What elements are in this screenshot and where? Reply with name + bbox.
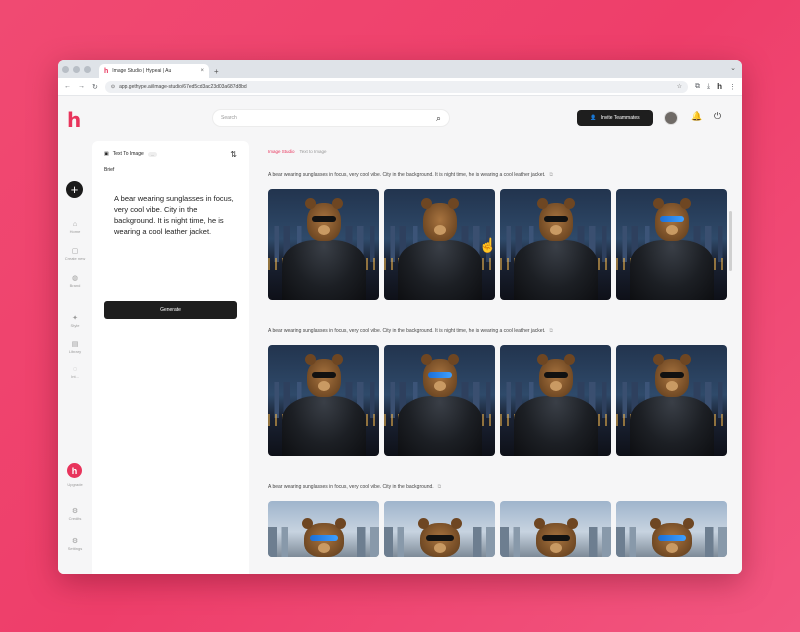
breadcrumb-item[interactable]: Image Studio bbox=[268, 149, 295, 154]
brief-textarea[interactable]: A bear wearing sunglasses in focus, very… bbox=[114, 193, 236, 237]
sidebar-item-credits[interactable]: ⚙ Credits bbox=[58, 507, 92, 521]
sidebar-item-style[interactable]: ✦ Style bbox=[58, 314, 92, 328]
credits-icon: ⚙ bbox=[71, 508, 79, 515]
close-tab-icon[interactable]: × bbox=[200, 68, 204, 74]
url-text: app.gethype.ai/image-studio/67ed5cd3ac23… bbox=[119, 83, 247, 90]
image-feed: Image Studio Text to Image A bear wearin… bbox=[258, 141, 734, 574]
prompt-text: A bear wearing sunglasses in focus, very… bbox=[268, 172, 553, 178]
generated-image[interactable] bbox=[616, 189, 727, 300]
generated-image[interactable] bbox=[268, 345, 379, 456]
sidebar-item-settings[interactable]: ⚙ Settings bbox=[58, 537, 92, 551]
brief-label: Brief bbox=[104, 167, 115, 173]
site-info-icon[interactable]: ⊙ bbox=[111, 84, 115, 90]
image-grid bbox=[268, 501, 727, 557]
sidebar-item-brand[interactable]: ◍ Brand bbox=[58, 274, 92, 288]
generated-image[interactable] bbox=[616, 501, 727, 557]
scrollbar[interactable] bbox=[729, 211, 732, 271]
browser-window: h Image Studio | Hypeai | Au × + ⌄ ← → ↻… bbox=[58, 60, 742, 574]
prompt-text: A bear wearing sunglasses in focus, very… bbox=[268, 328, 553, 334]
sidebar-item-library[interactable]: ▤ Library bbox=[58, 340, 92, 354]
extension-h-icon[interactable]: h bbox=[717, 82, 722, 91]
extensions-icon[interactable]: ⧉ bbox=[695, 83, 700, 91]
hand-cursor-icon: ☝ bbox=[479, 237, 497, 253]
invite-label: Invite Teammates bbox=[600, 115, 640, 121]
image-grid bbox=[268, 345, 727, 456]
sidebar-item-home[interactable]: ⌂ Home bbox=[58, 221, 92, 234]
copy-icon[interactable]: ⧉ bbox=[549, 172, 553, 178]
image-grid bbox=[268, 189, 727, 300]
generated-image[interactable] bbox=[268, 501, 379, 557]
generate-button[interactable]: Generate bbox=[104, 301, 237, 319]
panel-badge[interactable]: ... bbox=[147, 151, 158, 157]
upgrade-icon[interactable]: h bbox=[67, 463, 82, 478]
app-area: h Search ⌕ 👤 Invite Teammates 🔔 ⏻ + ⌂ Ho… bbox=[58, 96, 742, 574]
create-icon: ▢ bbox=[71, 248, 79, 255]
tab-title: Image Studio | Hypeai | Au bbox=[112, 68, 172, 74]
copy-icon[interactable]: ⧉ bbox=[549, 328, 553, 334]
generated-image[interactable] bbox=[500, 345, 611, 456]
bell-icon[interactable]: 🔔 bbox=[691, 111, 702, 122]
url-field[interactable]: ⊙ app.gethype.ai/image-studio/67ed5cd3ac… bbox=[104, 80, 688, 93]
sidebar-item-create[interactable]: ▢ Create new bbox=[58, 247, 92, 261]
filter-icon[interactable]: ⇅ bbox=[230, 150, 237, 159]
generated-image[interactable] bbox=[616, 345, 727, 456]
panel-title: Text To Image bbox=[112, 151, 144, 157]
generated-image[interactable] bbox=[384, 345, 495, 456]
generated-image[interactable] bbox=[500, 189, 611, 300]
address-bar: ← → ↻ ⊙ app.gethype.ai/image-studio/67ed… bbox=[58, 78, 742, 96]
chevron-down-icon[interactable]: ⌄ bbox=[730, 64, 736, 72]
favicon-icon: h bbox=[104, 67, 109, 75]
breadcrumb: Image Studio Text to Image bbox=[268, 149, 327, 154]
breadcrumb-item[interactable]: Text to Image bbox=[300, 149, 327, 154]
search-icon[interactable]: ⌕ bbox=[436, 113, 441, 124]
window-controls bbox=[62, 60, 91, 78]
browser-tab[interactable]: h Image Studio | Hypeai | Au × bbox=[99, 64, 209, 78]
panel-header: ▣ Text To Image ... bbox=[104, 151, 158, 157]
settings-icon: ⚙ bbox=[71, 538, 79, 545]
window-dot[interactable] bbox=[62, 65, 69, 73]
reload-icon[interactable]: ↻ bbox=[92, 83, 98, 91]
download-icon[interactable]: ⤓ bbox=[707, 83, 710, 91]
integrations-icon: ◌ bbox=[72, 366, 78, 373]
logo[interactable]: h bbox=[67, 108, 81, 132]
window-dot[interactable] bbox=[73, 65, 80, 73]
copy-icon[interactable]: ⧉ bbox=[438, 484, 442, 490]
new-tab-button[interactable]: + bbox=[214, 67, 219, 76]
avatar[interactable] bbox=[664, 111, 678, 125]
create-new-button[interactable]: + bbox=[66, 181, 83, 198]
power-icon[interactable]: ⏻ bbox=[714, 111, 721, 122]
brand-icon: ◍ bbox=[71, 275, 79, 282]
forward-icon[interactable]: → bbox=[78, 83, 85, 90]
bookmark-star-icon[interactable]: ☆ bbox=[677, 83, 682, 90]
menu-icon[interactable]: ⋮ bbox=[729, 83, 736, 91]
invite-teammates-button[interactable]: 👤 Invite Teammates bbox=[577, 110, 653, 126]
image-icon: ▣ bbox=[104, 151, 109, 157]
text-to-image-panel: ▣ Text To Image ... ⇅ Brief A bear weari… bbox=[92, 141, 249, 574]
generated-image[interactable] bbox=[384, 501, 495, 557]
library-icon: ▤ bbox=[71, 341, 79, 348]
tab-strip: h Image Studio | Hypeai | Au × + ⌄ bbox=[58, 60, 742, 78]
back-icon[interactable]: ← bbox=[64, 83, 71, 90]
sidebar-item-upgrade[interactable]: Upgrade bbox=[58, 481, 92, 487]
home-icon: ⌂ bbox=[72, 221, 78, 228]
style-icon: ✦ bbox=[72, 315, 78, 322]
sidebar-rail: + ⌂ Home ▢ Create new ◍ Brand ✦ Style ▤ … bbox=[58, 141, 92, 574]
window-dot[interactable] bbox=[84, 65, 91, 73]
user-icon: 👤 bbox=[590, 115, 597, 121]
generated-image[interactable] bbox=[268, 189, 379, 300]
search-placeholder: Search bbox=[221, 115, 237, 121]
app-header: h Search ⌕ 👤 Invite Teammates 🔔 ⏻ bbox=[58, 96, 742, 141]
generated-image[interactable] bbox=[500, 501, 611, 557]
sidebar-item-integrations[interactable]: ◌ Int... bbox=[58, 366, 92, 379]
prompt-text: A bear wearing sunglasses in focus, very… bbox=[268, 484, 442, 490]
search-input[interactable]: Search ⌕ bbox=[212, 109, 450, 127]
